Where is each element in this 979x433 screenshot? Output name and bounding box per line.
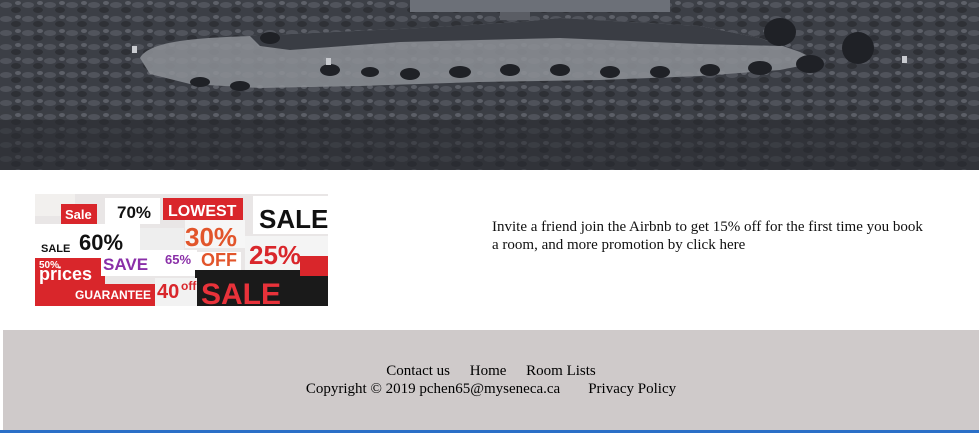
sticker-word: 65% bbox=[165, 252, 191, 267]
sticker-word: 70% bbox=[117, 203, 151, 222]
sale-stickers-image: Sale 70% LOWEST SALE 60% SALE 30% OFF 25… bbox=[35, 194, 328, 306]
footer-link-privacy-policy[interactable]: Privacy Policy bbox=[588, 381, 676, 397]
sale-stickers-collage-icon: Sale 70% LOWEST SALE 60% SALE 30% OFF 25… bbox=[35, 194, 328, 306]
sticker-word: off bbox=[181, 279, 197, 293]
sticker-word: 40 bbox=[157, 281, 179, 303]
sticker-word: GUARANTEE bbox=[75, 288, 151, 302]
sticker-word: Sale bbox=[65, 207, 92, 222]
footer: Contact us Home Room Lists Copyright © 2… bbox=[3, 330, 979, 430]
promo-text: Invite a friend join the Airbnb to get 1… bbox=[492, 219, 923, 253]
sticker-word: 25% bbox=[249, 240, 301, 270]
sticker-word: OFF bbox=[201, 250, 237, 270]
sticker-word: 50% bbox=[39, 260, 59, 271]
sticker-word: LOWEST bbox=[168, 203, 237, 220]
sticker-word: SALE bbox=[259, 204, 328, 234]
sticker-word: SALE bbox=[201, 278, 281, 306]
footer-link-room-lists[interactable]: Room Lists bbox=[526, 363, 596, 379]
hero-image bbox=[0, 0, 979, 170]
sticker-word: 30% bbox=[185, 222, 237, 252]
footer-copyright-row: Copyright © 2019 pchen65@myseneca.ca Priv… bbox=[3, 380, 979, 398]
lava-field-path-icon bbox=[0, 0, 979, 170]
sticker-word: SAVE bbox=[103, 255, 148, 274]
page: Sale 70% LOWEST SALE 60% SALE 30% OFF 25… bbox=[0, 0, 979, 433]
footer-link-contact-us[interactable]: Contact us bbox=[386, 363, 450, 379]
footer-nav: Contact us Home Room Lists bbox=[3, 362, 979, 380]
footer-link-home[interactable]: Home bbox=[470, 363, 507, 379]
sticker-word: SALE bbox=[41, 243, 70, 255]
sticker-word: 60% bbox=[79, 230, 123, 255]
copyright-text: Copyright © 2019 pchen65@myseneca.ca bbox=[305, 381, 561, 397]
promo-section: Sale 70% LOWEST SALE 60% SALE 30% OFF 25… bbox=[0, 170, 979, 330]
